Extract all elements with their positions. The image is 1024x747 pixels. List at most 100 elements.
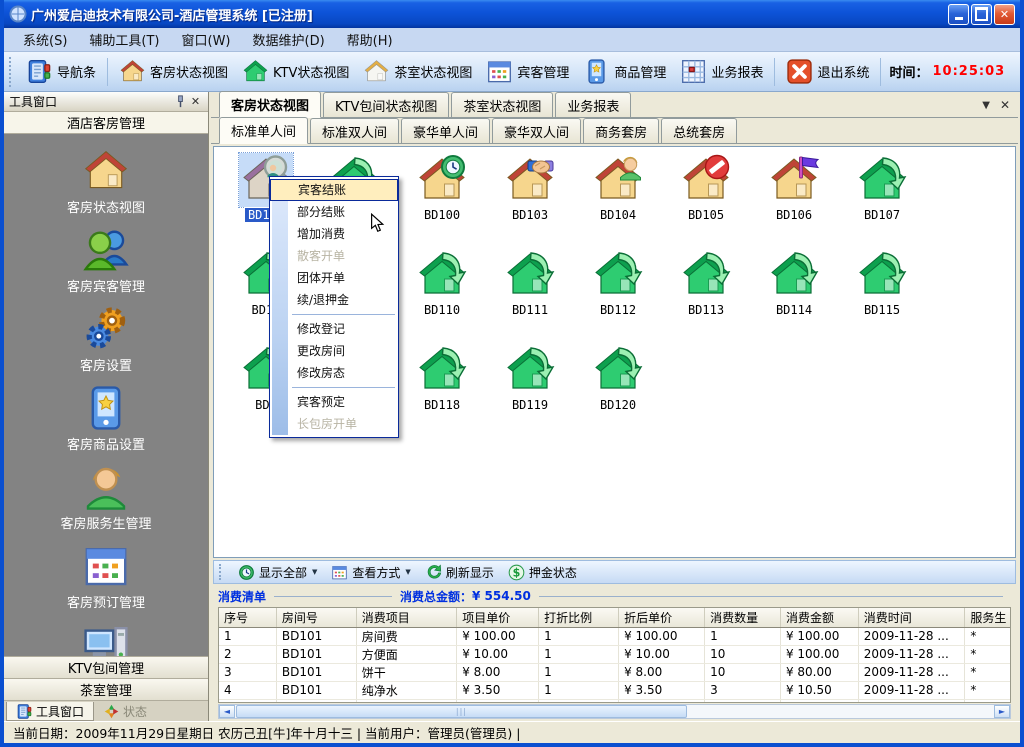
room-BD119[interactable]: BD119 [486, 343, 574, 438]
room-status-view-button[interactable]: 客房状态视图 [112, 56, 235, 87]
sidebar-item-room-goods-settings[interactable]: 客房商品设置 [4, 384, 208, 453]
room-BD113[interactable]: BD113 [662, 248, 750, 343]
clock-display: 时间： 10:25:03 [889, 62, 1005, 81]
sidebar-item-room-waiter-management[interactable]: 客房服务生管理 [4, 463, 208, 532]
room-BD100[interactable]: BD100 [398, 153, 486, 248]
column-header-9[interactable]: 消费时间 [858, 608, 965, 627]
room-BD105[interactable]: BD105 [662, 153, 750, 248]
toolbar-grip [9, 57, 15, 87]
hotel-room-management-section[interactable]: 酒店客房管理 [4, 112, 208, 134]
show-all-button[interactable]: 显示全部▼ [231, 563, 324, 582]
table-cell: * [965, 681, 1010, 699]
scrollbar-thumb[interactable]: ||| [236, 705, 687, 718]
table-row[interactable]: 3BD101饼干¥ 8.001¥ 8.0010¥ 80.002009-11-28… [219, 663, 1010, 681]
status-tab[interactable]: 状态 [94, 702, 156, 721]
column-header-3[interactable]: 消费项目 [356, 608, 456, 627]
column-header-1[interactable]: 序号 [219, 608, 276, 627]
tea-room-management-section[interactable]: 茶室管理 [4, 678, 208, 700]
room-type-tab-4[interactable]: 豪华双人间 [492, 118, 581, 143]
room-type-tab-6[interactable]: 总统套房 [661, 118, 737, 143]
table-cell: ¥ 100.00 [780, 627, 858, 645]
consumption-table-wrap: 序号房间号消费项目项目单价打折比例折后单价消费数量消费金额消费时间服务生 1BD… [218, 607, 1011, 703]
room-BD107[interactable]: BD107 [838, 153, 926, 248]
guest-management-button[interactable]: 宾客管理 [479, 56, 576, 87]
context-menu: 宾客结账部分结账增加消费散客开单团体开单续/退押金修改登记更改房间修改房态宾客预… [269, 176, 399, 438]
close-panel-icon[interactable]: ✕ [188, 94, 203, 109]
tab-2[interactable]: KTV包间状态视图 [323, 92, 449, 117]
menu-item-5[interactable]: 帮助(H) [336, 28, 404, 51]
exit-system-button[interactable]: 退出系统 [779, 56, 876, 87]
goods-management-button[interactable]: 商品管理 [576, 56, 673, 87]
tool-window-tab[interactable]: 工具窗口 [6, 702, 94, 721]
room-BD114[interactable]: BD114 [750, 248, 838, 343]
sidebar-item-room-status-view[interactable]: 客房状态视图 [4, 147, 208, 216]
context-menu-item[interactable]: 宾客预定 [270, 391, 398, 413]
sidebar-bottom-tabs: 工具窗口状态 [4, 700, 208, 721]
context-menu-item[interactable]: 修改登记 [270, 318, 398, 340]
ktv-status-view-button[interactable]: KTV状态视图 [235, 56, 356, 87]
business-report-button[interactable]: 业务报表 [673, 56, 770, 87]
column-header-6[interactable]: 折后单价 [619, 608, 705, 627]
column-header-4[interactable]: 项目单价 [457, 608, 539, 627]
tea-status-view-button[interactable]: 茶室状态视图 [356, 56, 479, 87]
column-header-8[interactable]: 消费金额 [780, 608, 858, 627]
table-row[interactable]: 2BD101方便面¥ 10.001¥ 10.0010¥ 100.002009-1… [219, 645, 1010, 663]
tab-3[interactable]: 茶室状态视图 [451, 92, 553, 117]
menu-item-4[interactable]: 数据维护(D) [242, 28, 336, 51]
room-BD111[interactable]: BD111 [486, 248, 574, 343]
column-header-5[interactable]: 打折比例 [539, 608, 619, 627]
sidebar-item-room-settings[interactable]: 客房设置 [4, 305, 208, 374]
close-button[interactable]: ✕ [994, 4, 1015, 25]
context-menu-item[interactable]: 宾客结账 [270, 179, 398, 201]
column-header-10[interactable]: 服务生 [965, 608, 1010, 627]
sidebar-tab-label: 工具窗口 [36, 703, 84, 720]
room-BD104[interactable]: BD104 [574, 153, 662, 248]
room-BD115[interactable]: BD115 [838, 248, 926, 343]
refresh-button[interactable]: 刷新显示 [418, 563, 501, 582]
menu-item-3[interactable]: 窗口(W) [171, 28, 242, 51]
pin-icon[interactable] [173, 94, 188, 109]
scroll-left-icon[interactable]: ◄ [219, 705, 235, 718]
chevron-down-icon[interactable]: ▼ [982, 100, 990, 111]
column-header-2[interactable]: 房间号 [276, 608, 356, 627]
nav-bar-button[interactable]: 导航条 [19, 56, 103, 87]
context-menu-item[interactable]: 更改房间 [270, 340, 398, 362]
tab-4[interactable]: 业务报表 [555, 92, 631, 117]
close-tab-icon[interactable]: ✕ [1000, 98, 1010, 112]
context-menu-item[interactable]: 修改房态 [270, 362, 398, 384]
sidebar-item-room-booking-management[interactable]: 客房预订管理 [4, 542, 208, 611]
room-type-tab-2[interactable]: 标准双人间 [310, 118, 399, 143]
sidebar-item-room-guest-management[interactable]: 客房宾客管理 [4, 226, 208, 295]
column-header-7[interactable]: 消费数量 [705, 608, 781, 627]
room-house-icon [591, 153, 645, 207]
table-cell: 1 [219, 627, 276, 645]
menu-item-2[interactable]: 辅助工具(T) [78, 28, 170, 51]
horizontal-scrollbar[interactable]: ◄ ||| ► [218, 704, 1011, 719]
tab-1[interactable]: 客房状态视图 [219, 91, 321, 118]
toolbar-button-label: 退出系统 [817, 62, 869, 81]
room-BD120[interactable]: BD120 [574, 343, 662, 438]
room-type-tab-5[interactable]: 商务套房 [583, 118, 659, 143]
table-row[interactable]: 1BD101房间费¥ 100.001¥ 100.001¥ 100.002009-… [219, 627, 1010, 645]
context-menu-item[interactable]: 团体开单 [270, 267, 398, 289]
table-cell: BD101 [276, 627, 356, 645]
minimize-button[interactable] [948, 4, 969, 25]
view-mode-button[interactable]: 查看方式▼ [324, 563, 417, 582]
sidebar-item-room-other-payments[interactable]: 客房其他款项登记 [4, 621, 208, 656]
room-type-tab-3[interactable]: 豪华单人间 [401, 118, 490, 143]
table-row[interactable]: 5BD101红葡萄酒¥ 88.001¥ 88.003¥ 264.002009-1… [219, 699, 1010, 703]
room-BD106[interactable]: BD106 [750, 153, 838, 248]
maximize-button[interactable] [971, 4, 992, 25]
table-row[interactable]: 4BD101纯净水¥ 3.501¥ 3.503¥ 10.502009-11-28… [219, 681, 1010, 699]
ktv-room-management-section[interactable]: KTV包间管理 [4, 656, 208, 678]
scroll-right-icon[interactable]: ► [994, 705, 1010, 718]
room-BD110[interactable]: BD110 [398, 248, 486, 343]
room-BD118[interactable]: BD118 [398, 343, 486, 438]
room-BD112[interactable]: BD112 [574, 248, 662, 343]
room-type-tab-1[interactable]: 标准单人间 [219, 117, 308, 144]
menu-item-1[interactable]: 系统(S) [12, 28, 78, 51]
deposit-status-button[interactable]: $押金状态 [501, 563, 584, 582]
status-bar: 当前日期：2009年11月29日星期日 农历己丑[牛]年十月十三 | 当前用户：… [4, 721, 1020, 743]
context-menu-item[interactable]: 续/退押金 [270, 289, 398, 311]
room-BD103[interactable]: BD103 [486, 153, 574, 248]
